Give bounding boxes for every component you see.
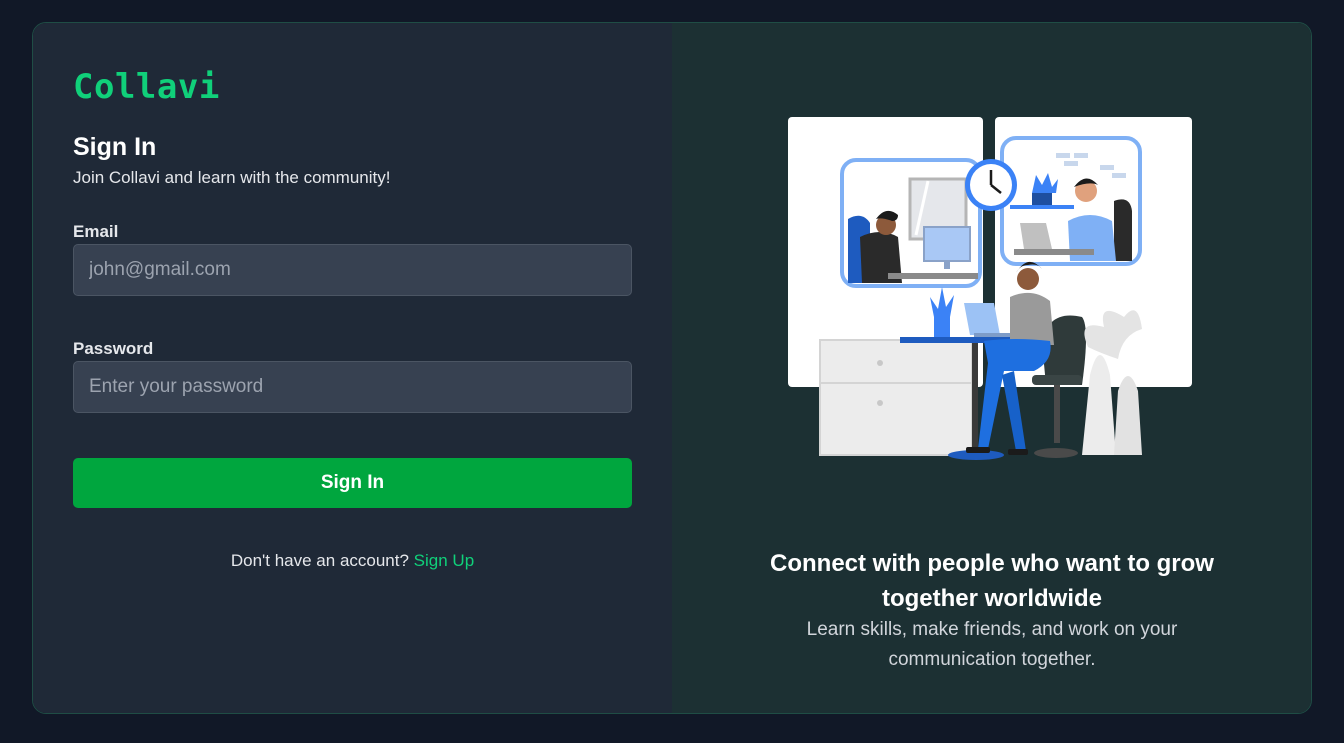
signup-link[interactable]: Sign Up: [414, 551, 474, 570]
brand-logo[interactable]: Collavi: [73, 67, 220, 107]
promo-description: Learn skills, make friends, and work on …: [806, 619, 1178, 670]
promo-panel: Connect with people who want to grow tog…: [672, 23, 1311, 713]
promo-headline: Connect with people who want to grow tog…: [770, 550, 1214, 612]
auth-card: Collavi Sign In Join Collavi and learn w…: [32, 22, 1312, 714]
email-label: Email: [73, 222, 119, 241]
signin-panel: Collavi Sign In Join Collavi and learn w…: [33, 23, 672, 713]
signup-prompt-text: Don't have an account?: [230, 551, 409, 570]
page-title: Sign In: [73, 133, 157, 161]
signin-button[interactable]: Sign In: [73, 458, 632, 508]
email-field[interactable]: [73, 244, 632, 296]
remote-work-illustration: [788, 117, 1192, 460]
password-label: Password: [73, 339, 154, 358]
page-subtitle: Join Collavi and learn with the communit…: [73, 168, 391, 187]
password-field[interactable]: [73, 361, 632, 413]
signup-prompt: Don't have an account? Sign Up: [73, 551, 632, 571]
